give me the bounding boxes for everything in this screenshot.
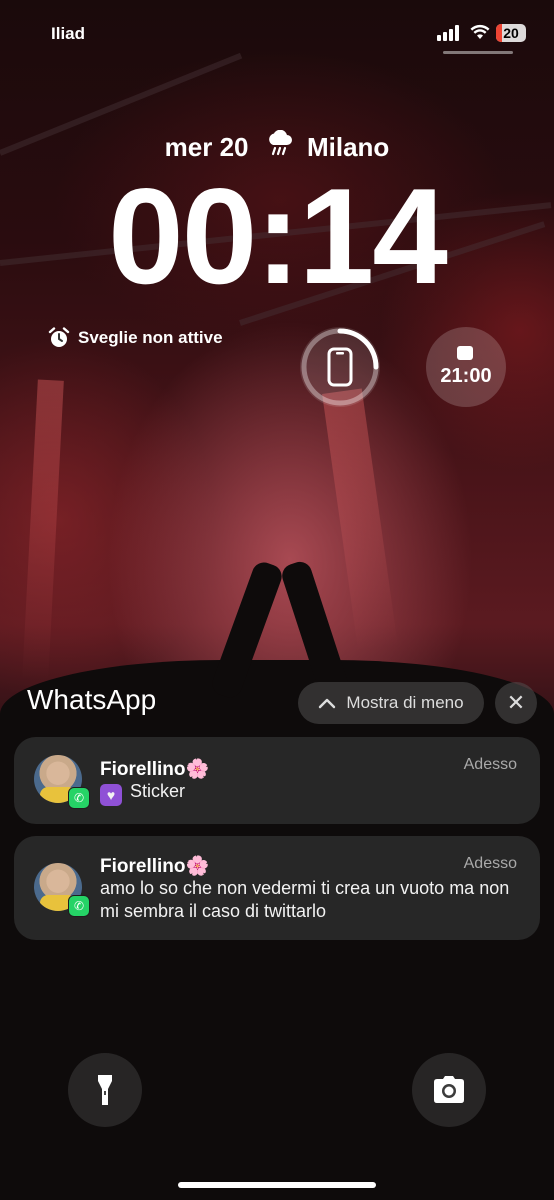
whatsapp-icon: ✆: [68, 895, 90, 917]
date-weather-row: mer 20 Milano: [0, 129, 554, 163]
calendar-icon: [457, 346, 473, 360]
stage-light-beam: [22, 379, 64, 681]
show-less-button[interactable]: Mostra di meno: [298, 682, 484, 724]
close-icon: ✕: [506, 690, 526, 715]
stage-light-beam: [322, 388, 398, 652]
calendar-widget[interactable]: 21:00: [426, 327, 506, 407]
rain-cloud-icon: [266, 129, 294, 163]
wifi-icon: [470, 24, 490, 45]
notification-card[interactable]: ✆ Fiorellino🌸 Adesso ♥ Sticker: [14, 737, 540, 824]
camera-icon: [434, 1076, 464, 1103]
date-label: mer 20: [164, 132, 249, 162]
notification-message-text: Sticker: [130, 781, 186, 801]
home-indicator[interactable]: [178, 1182, 376, 1188]
lock-screen-clock: 00:14: [108, 160, 448, 312]
notification-message: ♥ Sticker: [100, 780, 520, 806]
camera-button[interactable]: [412, 1053, 486, 1127]
alarm-widget[interactable]: Sveglie non attive: [48, 327, 223, 349]
signal-strength-icon: [437, 25, 462, 41]
flashlight-icon: [98, 1075, 112, 1105]
notification-message: amo lo so che non vedermi ti crea un vuo…: [100, 878, 510, 921]
notification-time: Adesso: [463, 855, 517, 872]
notification-time: Adesso: [463, 756, 517, 773]
battery-icon: 20: [496, 24, 526, 42]
phone-battery-widget[interactable]: [300, 327, 380, 407]
calendar-event-time: 21:00: [440, 365, 492, 387]
notification-card[interactable]: ✆ Fiorellino🌸 Adesso amo lo so che non v…: [14, 836, 540, 940]
notification-sender: Fiorellino🌸: [100, 856, 210, 877]
notification-group-title: WhatsApp: [27, 684, 157, 715]
battery-level: 20: [503, 25, 519, 41]
carrier-name: Iliad: [51, 24, 86, 43]
control-center-indicator[interactable]: [443, 51, 513, 54]
alarm-clock-icon: [48, 327, 70, 347]
whatsapp-icon: ✆: [68, 787, 90, 809]
alarm-label: Sveglie non attive: [78, 328, 223, 347]
flashlight-button[interactable]: [68, 1053, 142, 1127]
location-label: Milano: [306, 132, 390, 162]
notification-sender: Fiorellino🌸: [100, 759, 210, 780]
chevron-up-icon: [319, 698, 336, 709]
sticker-icon: ♥: [100, 784, 122, 806]
show-less-label: Mostra di meno: [346, 693, 464, 712]
close-group-button[interactable]: ✕: [495, 682, 537, 724]
